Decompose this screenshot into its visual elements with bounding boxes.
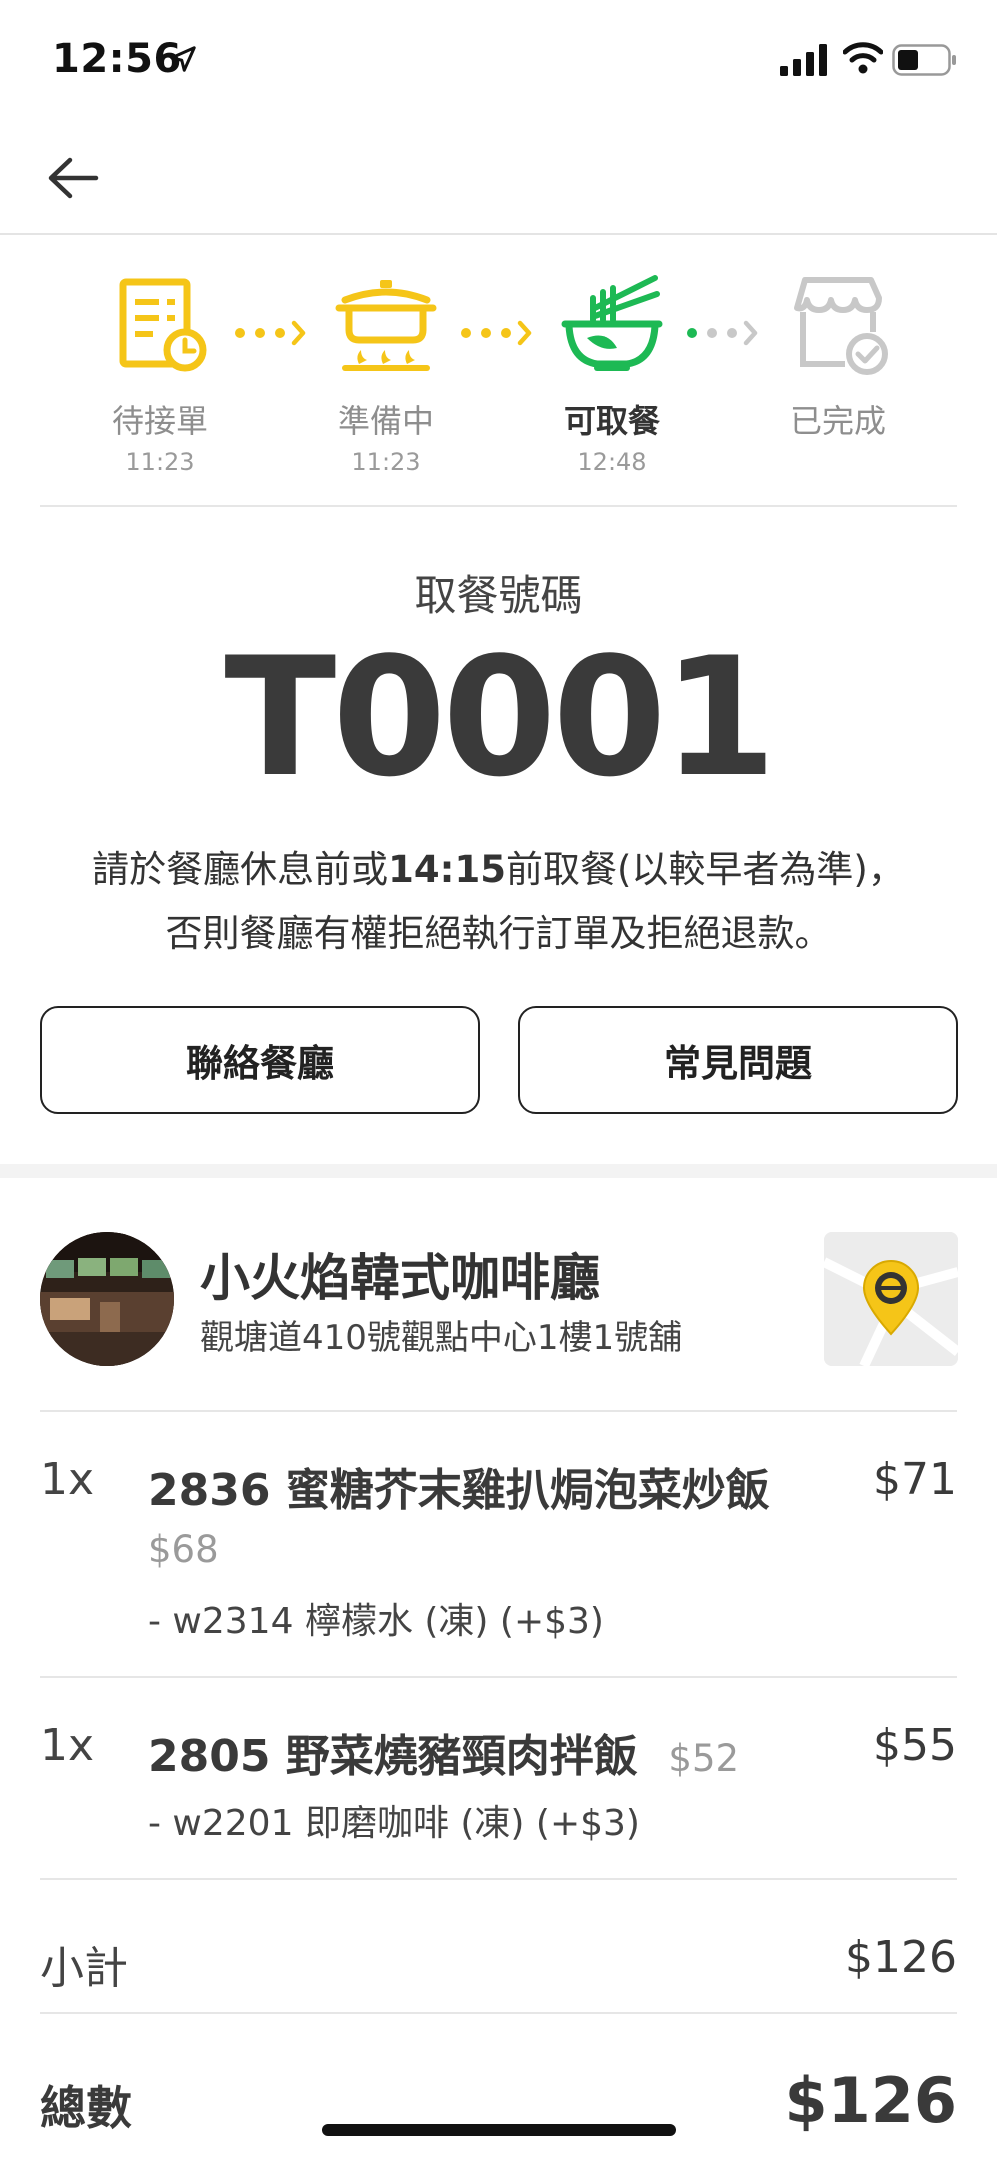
total-value: $126 <box>784 2064 957 2137</box>
item-price: $55 <box>873 1720 957 1771</box>
step-time: 11:23 <box>125 448 195 476</box>
status-time: 12:56 <box>52 36 182 82</box>
item-base-price: $52 <box>668 1737 740 1780</box>
step-ready: 可取餐 12:48 <box>527 268 697 476</box>
location-arrow-icon <box>170 46 196 72</box>
divider <box>40 2012 957 2014</box>
map-pin-icon <box>824 1232 958 1366</box>
back-arrow-icon <box>48 157 99 199</box>
item-name: 2805 野菜燒豬頸肉拌飯 $52 <box>148 1720 739 1784</box>
faq-button[interactable]: 常見問題 <box>518 1006 958 1114</box>
home-indicator[interactable] <box>322 2124 676 2136</box>
divider <box>40 1410 957 1412</box>
notice-deadline: 14:15 <box>388 848 506 891</box>
item-option: - w2314 檸檬水 (凍) (+$3) <box>148 1601 604 1642</box>
order-progress: 待接單 11:23 準備中 11:23 可取餐 12:48 已完成 <box>0 268 997 498</box>
step-time: 12:48 <box>577 448 647 476</box>
restaurant-info: 小火焰韓式咖啡廳 觀塘道410號觀點中心1樓1號舖 <box>0 1230 997 1370</box>
store-check-icon <box>794 277 888 375</box>
notice-text: 前取餐(以較早者為準)， <box>505 848 905 891</box>
progress-arrow-icon <box>687 320 758 346</box>
restaurant-address: 觀塘道410號觀點中心1樓1號舖 <box>200 1318 683 1358</box>
notice-text: 請於餐廳休息前或 <box>92 848 389 891</box>
item-name-text: 2805 野菜燒豬頸肉拌飯 <box>148 1731 638 1782</box>
item-name: 2836 蜜糖芥末雞扒焗泡菜炒飯 <box>148 1465 770 1516</box>
divider <box>40 505 957 507</box>
step-time: 11:23 <box>351 448 421 476</box>
item-quantity: 1x <box>40 1720 95 1771</box>
step-label: 待接單 <box>111 402 208 440</box>
status-bar: 12:56 <box>0 0 997 120</box>
restaurant-avatar <box>40 1232 174 1366</box>
step-pending: 待接單 11:23 <box>75 268 245 476</box>
subtotal-label: 小計 <box>40 1943 128 1994</box>
divider <box>40 1676 957 1678</box>
navigation-bar <box>0 120 997 235</box>
section-separator <box>0 1164 997 1178</box>
notice-text: 否則餐廳有權拒絕執行訂單及拒絕退款。 <box>165 912 832 955</box>
item-option: - w2201 即磨咖啡 (凍) (+$3) <box>148 1803 640 1844</box>
pickup-notice: 請於餐廳休息前或14:15前取餐(以較早者為準)， 否則餐廳有權拒絕執行訂單及拒… <box>0 838 997 966</box>
wifi-icon <box>843 42 883 74</box>
cooking-pot-icon <box>335 280 437 371</box>
step-preparing: 準備中 11:23 <box>301 268 471 476</box>
cellular-signal-icon <box>780 44 827 76</box>
step-label: 已完成 <box>789 402 886 440</box>
step-completed: 已完成 <box>753 268 923 448</box>
item-price: $71 <box>873 1454 957 1505</box>
restaurant-name: 小火焰韓式咖啡廳 <box>200 1249 600 1307</box>
pickup-number: T0001 <box>224 622 776 813</box>
back-button[interactable] <box>40 148 106 208</box>
restaurant-map-button[interactable] <box>824 1232 958 1366</box>
battery-icon <box>892 44 956 76</box>
subtotal-value: $126 <box>845 1932 957 1983</box>
step-label: 可取餐 <box>563 402 660 440</box>
noodle-bowl-icon <box>561 275 663 371</box>
divider <box>40 1878 957 1880</box>
item-quantity: 1x <box>40 1454 95 1505</box>
progress-arrow-icon <box>461 320 532 346</box>
total-label: 總數 <box>40 2081 132 2135</box>
pickup-number-label: 取餐號碼 <box>414 571 583 620</box>
step-label: 準備中 <box>337 402 434 440</box>
contact-restaurant-button[interactable]: 聯絡餐廳 <box>40 1006 480 1114</box>
order-list-clock-icon <box>119 278 207 372</box>
item-base-price: $68 <box>148 1528 219 1571</box>
progress-arrow-icon <box>235 320 306 346</box>
